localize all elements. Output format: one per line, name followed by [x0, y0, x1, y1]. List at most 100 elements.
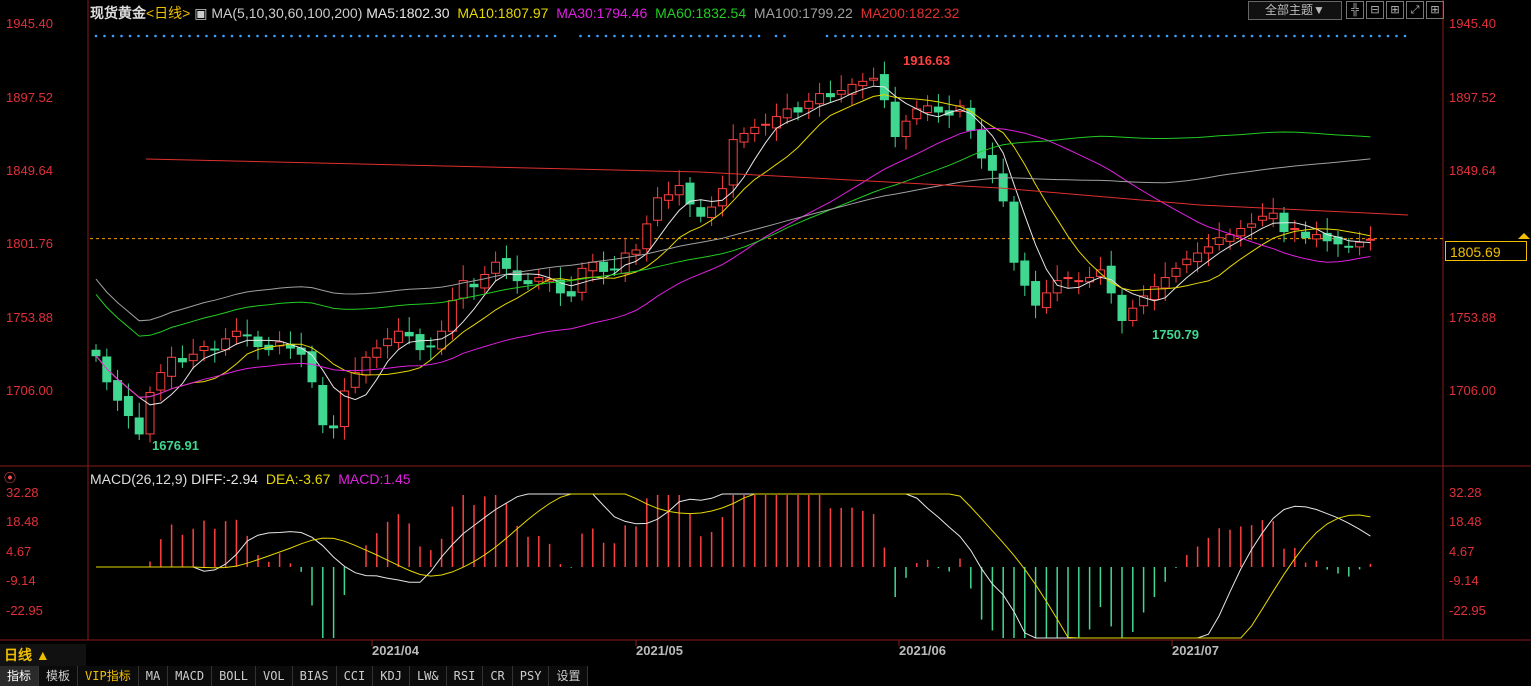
signal-dot: [732, 34, 735, 38]
price-tick-right: 1849.64: [1449, 163, 1496, 178]
signal-dot: [1344, 34, 1347, 38]
signal-dot: [1029, 34, 1033, 38]
tab-vip-indicator[interactable]: VIP指标: [78, 666, 139, 686]
signal-dot: [1182, 34, 1186, 38]
signal-dot: [1140, 34, 1143, 38]
macd-tick-right: 32.28: [1449, 485, 1482, 500]
signal-dot: [111, 34, 115, 38]
signal-dot: [1055, 34, 1058, 38]
signal-dot: [579, 34, 582, 38]
expand-icon[interactable]: ⤢: [1406, 1, 1424, 19]
candle-body: [1009, 201, 1019, 263]
theme-dropdown[interactable]: 全部主题▼: [1248, 1, 1342, 20]
signal-dot: [655, 34, 659, 38]
candle-body: [437, 330, 447, 350]
price-tick-left: 1753.88: [6, 310, 53, 325]
macd-title: MACD(26,12,9): [90, 471, 188, 487]
signal-dot: [740, 34, 744, 38]
signal-dot: [392, 34, 395, 38]
signal-dot: [162, 34, 166, 38]
signal-dot: [638, 34, 642, 38]
candle-body: [188, 353, 198, 362]
tab-template[interactable]: 模板: [39, 666, 79, 686]
candle-body: [361, 356, 371, 376]
candle-body: [210, 348, 220, 351]
signal-dot: [426, 34, 429, 38]
candle-body: [177, 358, 187, 363]
signal-dot: [366, 34, 370, 38]
macd-tick-left: -22.95: [6, 603, 43, 618]
tab-ma[interactable]: MA: [139, 666, 169, 686]
period-selector[interactable]: 日线 ▲: [0, 644, 86, 666]
candle-body: [393, 330, 403, 344]
macd-diff: DIFF:-2.94: [191, 471, 259, 487]
candle-body: [696, 207, 706, 217]
signal-dot: [1369, 34, 1373, 38]
tab-bias[interactable]: BIAS: [293, 666, 337, 686]
layout-icon[interactable]: ⊟: [1366, 1, 1384, 19]
signal-dot: [647, 34, 650, 38]
candle-body: [987, 155, 997, 171]
signal-dot: [1063, 34, 1067, 38]
candle-body: [1171, 267, 1181, 277]
ma30-value: MA30:1794.46: [556, 5, 648, 21]
grid-icon[interactable]: ⊞: [1426, 1, 1444, 19]
tab-macd[interactable]: MACD: [168, 666, 213, 686]
signal-dot: [1327, 34, 1330, 38]
signal-dot: [536, 34, 540, 38]
candle-body: [253, 336, 263, 348]
candle-body: [1193, 252, 1203, 263]
tab-rsi[interactable]: RSI: [447, 666, 484, 686]
signal-dot: [596, 34, 599, 38]
candle-body: [782, 108, 792, 119]
macd-settings-icon[interactable]: ⦿: [4, 469, 16, 486]
candle-body: [1214, 237, 1224, 245]
candle-body: [1344, 245, 1354, 248]
signal-dot: [825, 34, 829, 38]
signal-dot: [1395, 34, 1398, 38]
tab-cr[interactable]: CR: [483, 666, 513, 686]
candle-body: [933, 106, 943, 113]
signal-dot: [681, 34, 684, 38]
signal-dot: [885, 34, 888, 38]
candle-body: [426, 345, 436, 348]
tab-lw[interactable]: LW&: [410, 666, 447, 686]
price-tick-left: 1706.00: [6, 383, 53, 398]
tab-indicator[interactable]: 指标: [0, 666, 40, 686]
date-label: 2021/06: [899, 643, 946, 658]
tab-psy[interactable]: PSY: [513, 666, 550, 686]
candle-body: [523, 280, 533, 285]
split-icon[interactable]: ⊞: [1386, 1, 1404, 19]
candle-body: [793, 107, 803, 113]
candle-body: [318, 384, 328, 426]
period-label[interactable]: <日线>: [146, 5, 190, 21]
chart-canvas[interactable]: [0, 0, 1531, 686]
ma200-value: MA200:1822.32: [860, 5, 960, 21]
signal-dot: [613, 34, 616, 38]
candle-body: [728, 139, 738, 186]
tab-settings[interactable]: 设置: [549, 666, 589, 686]
candle-body: [1182, 258, 1192, 266]
macd-value: MACD:1.45: [338, 471, 411, 487]
signal-dot: [256, 34, 259, 38]
tab-vol[interactable]: VOL: [256, 666, 293, 686]
tab-boll[interactable]: BOLL: [212, 666, 256, 686]
candle-body: [1074, 280, 1084, 283]
signal-dot: [995, 34, 999, 38]
signal-dot: [1250, 34, 1254, 38]
tab-cci[interactable]: CCI: [337, 666, 374, 686]
candle-body: [156, 372, 166, 391]
high-annotation: 1916.63: [903, 53, 950, 68]
crosshair-icon[interactable]: ╬: [1346, 1, 1364, 19]
price-tick-left: 1945.40: [6, 16, 53, 31]
signal-dot: [468, 34, 472, 38]
signal-dot: [188, 34, 191, 38]
signal-dot: [1301, 34, 1305, 38]
signal-dot: [1310, 34, 1313, 38]
candle-body: [1247, 223, 1257, 228]
tab-kdj[interactable]: KDJ: [373, 666, 410, 686]
price-tick-left: 1849.64: [6, 163, 53, 178]
macd-tick-right: 18.48: [1449, 514, 1482, 529]
ma5-value: MA5:1802.30: [366, 5, 450, 21]
signal-dot: [672, 34, 676, 38]
